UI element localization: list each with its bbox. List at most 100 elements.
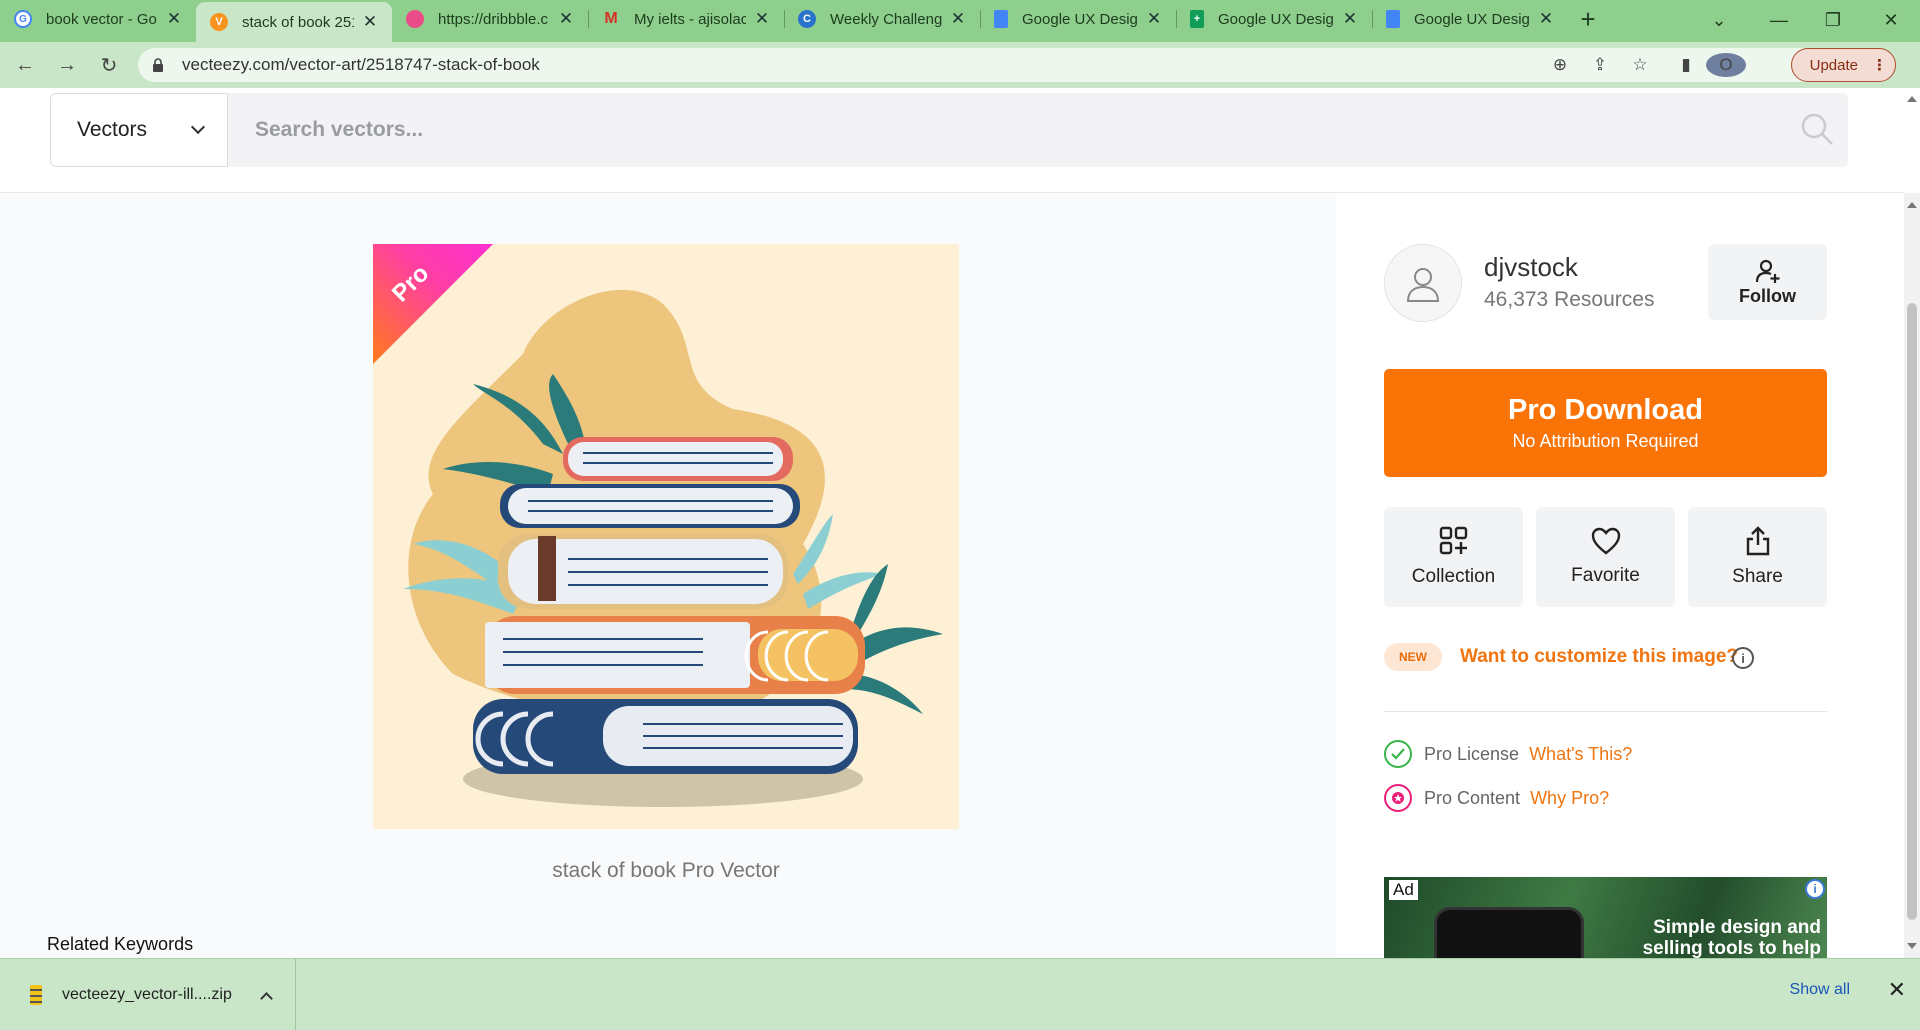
pro-star-icon (1384, 784, 1412, 812)
follow-label: Follow (1739, 285, 1796, 306)
pro-license-row: Pro License What's This? (1384, 739, 1632, 769)
pro-download-button[interactable]: Pro Download No Attribution Required (1384, 369, 1827, 477)
scroll-down-icon[interactable] (1907, 943, 1917, 949)
google-docs-icon (994, 10, 1008, 28)
author-avatar[interactable] (1384, 244, 1462, 322)
browser-tab[interactable]: Google UX Design ✕ (1372, 2, 1568, 36)
pro-download-label: Pro Download (1508, 394, 1703, 426)
pro-license-label: Pro License (1424, 743, 1520, 764)
ad-text: Simple design and selling tools to help (1642, 917, 1821, 958)
asset-type-label: Vectors (77, 118, 148, 141)
related-keywords-heading: Related Keywords (47, 934, 194, 954)
author-name[interactable]: djvstock (1484, 252, 1578, 283)
browser-tab[interactable]: G book vector - Go ✕ (0, 2, 196, 36)
collection-icon (1439, 526, 1467, 555)
collection-label: Collection (1411, 566, 1496, 587)
close-tab-icon[interactable]: ✕ (556, 9, 576, 29)
tab-title: Google UX Design (1414, 10, 1530, 28)
user-icon (1406, 268, 1440, 302)
browser-tab[interactable]: https://dribbble.c ✕ (392, 2, 588, 36)
scroll-up-icon[interactable] (1907, 202, 1917, 208)
reload-icon[interactable]: ↻ (92, 48, 126, 82)
browser-tab[interactable]: M My ielts - ajisolac ✕ (588, 2, 784, 36)
lock-icon[interactable] (152, 58, 164, 72)
zoom-icon[interactable]: ⊕ (1540, 55, 1580, 75)
artwork-image[interactable]: Pro (373, 244, 959, 829)
new-tab-icon[interactable]: + (1568, 2, 1608, 36)
tab-title: Weekly Challenge (830, 10, 942, 28)
page-scrollbar[interactable] (1904, 88, 1920, 958)
search-input[interactable] (228, 93, 1848, 167)
close-tab-icon[interactable]: ✕ (948, 9, 968, 29)
browser-tab-active[interactable]: V stack of book 251 ✕ (196, 2, 392, 42)
close-tab-icon[interactable]: ✕ (752, 9, 772, 29)
advertisement[interactable]: Ad i Simple design and selling tools to … (1384, 877, 1827, 958)
profile-avatar[interactable]: O (1706, 53, 1746, 77)
close-tab-icon[interactable]: ✕ (1536, 9, 1556, 29)
google-icon: G (14, 10, 32, 28)
ad-phone-image (1434, 907, 1584, 958)
scrollbar-top-area (1904, 88, 1920, 193)
close-tab-icon[interactable]: ✕ (1144, 9, 1164, 29)
minimize-icon[interactable]: — (1756, 0, 1802, 40)
bookmark-star-icon[interactable]: ☆ (1620, 55, 1660, 75)
tab-search-icon[interactable]: ⌄ (1696, 0, 1742, 40)
close-tab-icon[interactable]: ✕ (164, 9, 184, 29)
preview-pane: Pro stack of book Pro Vector Related Key… (0, 194, 1336, 958)
show-all-downloads-button[interactable]: Show all (1790, 981, 1850, 999)
favorite-label: Favorite (1571, 565, 1640, 586)
chevron-up-icon[interactable] (259, 991, 273, 1005)
share-button[interactable]: Share (1688, 507, 1827, 607)
side-panel-icon[interactable]: ▮ (1666, 55, 1706, 75)
gmail-icon: M (604, 10, 618, 27)
customize-link[interactable]: Want to customize this image? (1460, 646, 1738, 668)
tab-title: My ielts - ajisolac (634, 10, 746, 28)
close-tab-icon[interactable]: ✕ (360, 12, 380, 32)
tab-title: book vector - Go (46, 10, 157, 28)
divider (1384, 711, 1827, 712)
new-badge: NEW (1384, 643, 1442, 671)
maximize-icon[interactable]: ❐ (1810, 0, 1856, 40)
ad-info-icon[interactable]: i (1805, 879, 1825, 899)
close-shelf-icon[interactable]: ✕ (1888, 977, 1906, 1003)
why-pro-link[interactable]: Why Pro? (1530, 788, 1609, 809)
share-page-icon[interactable]: ⇪ (1580, 55, 1620, 75)
browser-tab-strip: G book vector - Go ✕ V stack of book 251… (0, 0, 1920, 42)
follow-button[interactable]: Follow (1708, 244, 1827, 320)
browser-tab[interactable]: Google UX Design ✕ (980, 2, 1176, 36)
browser-tab[interactable]: + Google UX Design ✕ (1176, 2, 1372, 36)
collection-button[interactable]: Collection (1384, 507, 1523, 607)
info-icon[interactable]: i (1732, 647, 1754, 669)
favorite-button[interactable]: Favorite (1536, 507, 1675, 607)
heart-icon (1591, 527, 1620, 555)
more-menu-icon[interactable]: ⋮ (1872, 56, 1887, 74)
download-item[interactable]: vecteezy_vector-ill....zip (0, 959, 296, 1030)
toolbar: ← → ↻ vecteezy.com/vector-art/2518747-st… (0, 42, 1920, 88)
downloads-shelf: vecteezy_vector-ill....zip Show all ✕ (0, 958, 1920, 1030)
pro-download-sublabel: No Attribution Required (1512, 431, 1699, 451)
asset-type-select[interactable]: Vectors (50, 93, 228, 167)
page-viewport: Vectors Search vectors... Pro stack of b… (0, 88, 1904, 958)
add-user-icon (1755, 259, 1779, 283)
scroll-up-icon[interactable] (1907, 96, 1917, 102)
back-icon[interactable]: ← (8, 48, 42, 82)
asset-sidebar: djvstock 46,373 Resources Follow Pro Dow… (1336, 194, 1904, 958)
scrollbar-thumb[interactable] (1907, 303, 1917, 920)
address-bar[interactable]: vecteezy.com/vector-art/2518747-stack-of… (138, 48, 1896, 82)
tab-title: stack of book 251 (242, 13, 354, 31)
check-circle-icon (1384, 740, 1412, 768)
tab-title: Google UX Design (1022, 10, 1138, 28)
update-button[interactable]: Update ⋮ (1790, 48, 1896, 82)
google-docs-icon (1386, 10, 1400, 28)
share-label: Share (1732, 566, 1783, 587)
browser-tab[interactable]: C Weekly Challenge ✕ (784, 2, 980, 36)
window-close-icon[interactable]: ✕ (1868, 0, 1914, 40)
close-tab-icon[interactable]: ✕ (1340, 9, 1360, 29)
forward-icon[interactable]: → (50, 48, 84, 82)
coursera-icon: C (798, 10, 816, 28)
pro-content-label: Pro Content (1424, 787, 1521, 808)
search-bar: Vectors (0, 88, 1904, 193)
search-icon[interactable] (1800, 112, 1834, 146)
whats-this-link[interactable]: What's This? (1529, 744, 1632, 765)
zip-file-icon (30, 985, 42, 1005)
